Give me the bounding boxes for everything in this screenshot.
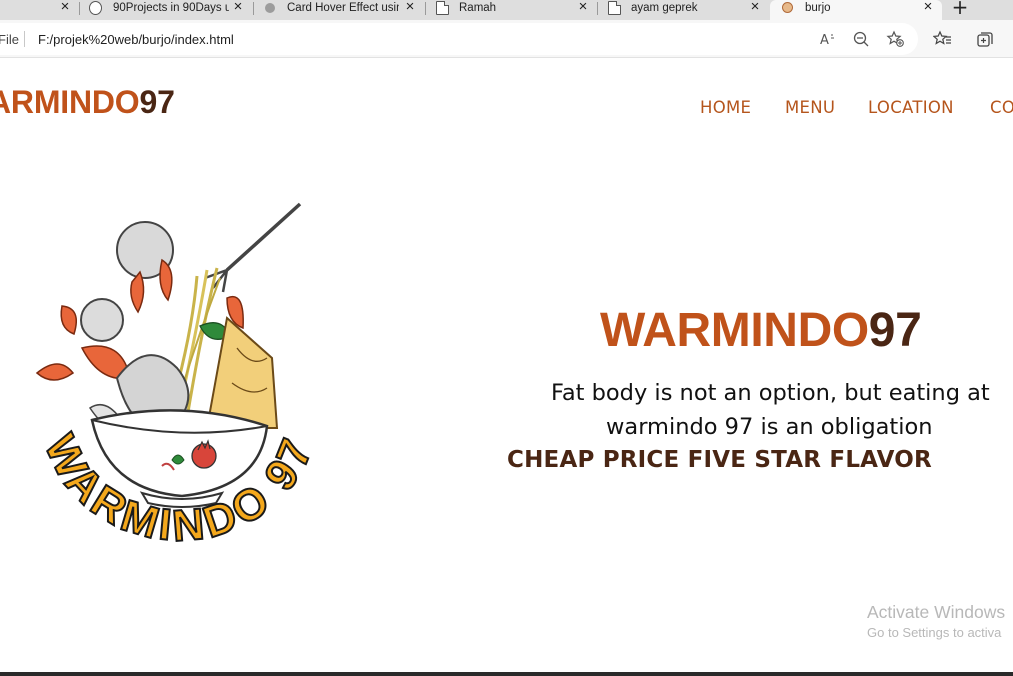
url-text[interactable]: F:/projek%20web/burjo/index.html — [38, 32, 234, 47]
taskbar-edge — [0, 672, 1013, 676]
hero-title-text: WARMINDO — [600, 304, 869, 357]
nav-link-home[interactable]: HOME — [700, 98, 751, 117]
browser-tab[interactable]: Ramah × — [426, 0, 598, 20]
warmindo-logo-illustration: WARMINDO 97 — [22, 198, 332, 558]
new-tab-button[interactable]: + — [950, 0, 970, 17]
collections-icon[interactable] — [975, 30, 995, 48]
activate-windows-hint: Go to Settings to activa — [867, 625, 1002, 640]
browser-tab-strip: × 90Projects in 90Days u × Card Hover Ef… — [0, 0, 1013, 20]
tab-title: ayam geprek — [631, 2, 698, 14]
site-navbar: ARMINDO97 HOME MENU LOCATION CO — [0, 58, 1013, 158]
brand-text: ARMINDO — [0, 84, 140, 120]
globe-icon — [89, 1, 102, 15]
read-aloud-icon[interactable]: A — [819, 30, 839, 48]
svg-text:A: A — [820, 33, 829, 48]
tab-close-icon[interactable]: × — [921, 0, 935, 14]
page-icon — [608, 1, 621, 15]
tab-close-icon[interactable]: × — [403, 0, 417, 14]
tab-title: 90Projects in 90Days u — [113, 2, 229, 14]
site-icon — [265, 3, 275, 13]
add-favorite-icon[interactable] — [886, 30, 906, 48]
tab-title: burjo — [805, 2, 831, 14]
activate-windows-watermark: Activate Windows — [867, 602, 1006, 622]
browser-tab[interactable]: ayam geprek × — [598, 0, 770, 20]
site-brand-logo[interactable]: ARMINDO97 — [0, 84, 175, 121]
browser-tab-active[interactable]: burjo × — [770, 0, 942, 20]
hero-description-line1: Fat body is not an option, but eating at — [551, 380, 990, 406]
page-icon — [436, 1, 449, 15]
tab-close-icon[interactable]: × — [231, 0, 245, 14]
hero-title-number: 97 — [868, 304, 922, 357]
tab-title: Ramah — [459, 2, 497, 14]
nav-link-contact[interactable]: CO — [990, 98, 1013, 117]
tab-close-icon[interactable]: × — [576, 0, 590, 14]
favorites-icon[interactable] — [933, 30, 953, 48]
address-separator — [24, 31, 25, 47]
hero-tagline: CHEAP PRICE FIVE STAR FLAVOR — [507, 447, 932, 473]
zoom-out-icon[interactable] — [852, 30, 872, 48]
browser-tab[interactable]: × — [0, 0, 80, 20]
browser-tab[interactable]: Card Hover Effect usin × — [254, 0, 426, 20]
browser-toolbar: File F:/projek%20web/burjo/index.html A — [0, 20, 1013, 58]
tab-close-icon[interactable]: × — [748, 0, 762, 14]
favicon-icon — [782, 2, 793, 13]
nav-link-menu[interactable]: MENU — [785, 98, 835, 117]
hero-description-line2: warmindo 97 is an obligation — [606, 414, 933, 440]
browser-tab[interactable]: 90Projects in 90Days u × — [80, 0, 254, 20]
tab-close-icon[interactable]: × — [58, 0, 72, 14]
hero-title: WARMINDO97 — [600, 303, 922, 358]
brand-number: 97 — [139, 84, 175, 120]
nav-link-location[interactable]: LOCATION — [868, 98, 954, 117]
tab-title: Card Hover Effect usin — [287, 2, 399, 14]
file-scheme-label: File — [0, 32, 19, 47]
